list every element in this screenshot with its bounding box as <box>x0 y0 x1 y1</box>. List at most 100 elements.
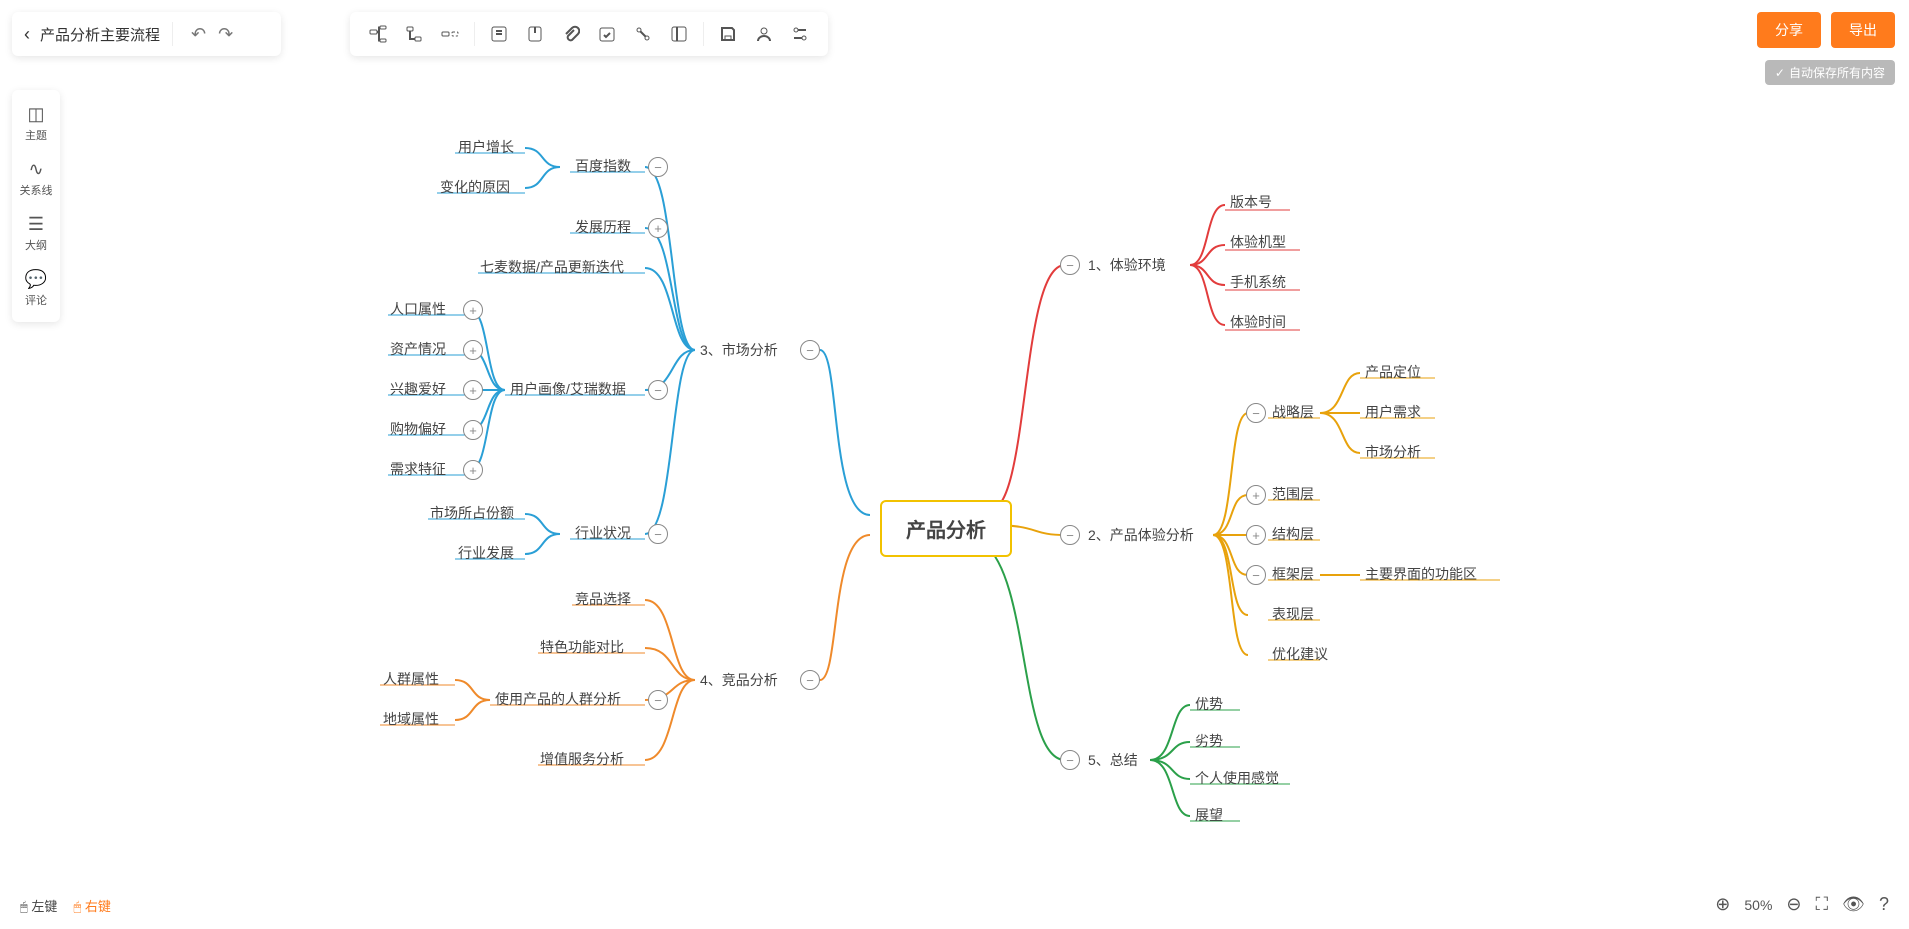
toggle-icon[interactable]: + <box>1246 485 1266 505</box>
bottom-left: 🖱 左键 🖱 右键 <box>20 896 111 915</box>
sidebar-label: 大纲 <box>25 237 47 253</box>
sidebar-theme[interactable]: ◫主题 <box>12 96 60 151</box>
toggle-icon[interactable]: + <box>463 300 483 320</box>
leaf-node[interactable]: 框架层 <box>1272 564 1314 584</box>
leaf-node[interactable]: 百度指数 <box>575 156 631 176</box>
leaf-node[interactable]: 产品定位 <box>1365 362 1421 382</box>
leaf-node[interactable]: 表现层 <box>1272 604 1314 624</box>
leaf-node[interactable]: 主要界面的功能区 <box>1365 564 1477 584</box>
leaf-node[interactable]: 行业状况 <box>575 523 631 543</box>
check-icon: ✓ <box>1775 66 1785 80</box>
redo-icon[interactable]: ↷ <box>212 24 239 45</box>
sidebar-relation[interactable]: ∿关系线 <box>12 151 60 206</box>
user-icon[interactable] <box>750 20 778 48</box>
sidebar-label: 关系线 <box>20 182 53 198</box>
float-topic-icon[interactable] <box>436 20 464 48</box>
leaf-node[interactable]: 行业发展 <box>458 543 514 563</box>
leaf-node[interactable]: 七麦数据/产品更新迭代 <box>480 257 624 277</box>
toggle-icon[interactable]: + <box>463 340 483 360</box>
toggle-icon[interactable]: − <box>648 380 668 400</box>
leaf-node[interactable]: 版本号 <box>1230 192 1272 212</box>
leaf-node[interactable]: 竞品选择 <box>575 589 631 609</box>
autosave-badge: ✓ 自动保存所有内容 <box>1765 60 1895 85</box>
central-node[interactable]: 产品分析 <box>880 500 1012 557</box>
toggle-icon[interactable]: − <box>1246 403 1266 423</box>
undo-icon[interactable]: ↶ <box>185 24 212 45</box>
zoom-level: 50% <box>1744 897 1772 913</box>
attach-icon[interactable] <box>557 20 585 48</box>
layout-icon[interactable] <box>665 20 693 48</box>
connector-lines <box>0 0 1909 929</box>
sidebar-comment[interactable]: 💬评论 <box>12 261 60 316</box>
leaf-node[interactable]: 体验机型 <box>1230 232 1286 252</box>
leaf-node[interactable]: 用户画像/艾瑞数据 <box>510 379 626 399</box>
leaf-node[interactable]: 个人使用感觉 <box>1195 768 1279 788</box>
branch-node[interactable]: 1、体验环境 <box>1088 255 1166 275</box>
topic-icon[interactable] <box>364 20 392 48</box>
export-button[interactable]: 导出 <box>1831 12 1895 48</box>
comment-icon: 💬 <box>25 269 47 290</box>
separator <box>172 22 173 46</box>
leaf-node[interactable]: 发展历程 <box>575 217 631 237</box>
save-icon[interactable] <box>714 20 742 48</box>
leaf-node[interactable]: 战略层 <box>1272 402 1314 422</box>
leaf-node[interactable]: 优化建议 <box>1272 644 1328 664</box>
leaf-node[interactable]: 增值服务分析 <box>540 749 624 769</box>
toggle-icon[interactable]: − <box>648 524 668 544</box>
toggle-icon[interactable]: + <box>463 460 483 480</box>
leaf-node[interactable]: 优势 <box>1195 694 1223 714</box>
leaf-node[interactable]: 使用产品的人群分析 <box>495 689 621 709</box>
outline-icon: ☰ <box>28 214 44 235</box>
sidebar-outline[interactable]: ☰ 大纲 <box>12 206 60 261</box>
toggle-icon[interactable]: + <box>648 218 668 238</box>
toggle-icon[interactable]: + <box>463 380 483 400</box>
help-icon[interactable]: ? <box>1879 894 1889 915</box>
tag-icon[interactable] <box>521 20 549 48</box>
preview-icon[interactable]: 👁 <box>1842 894 1865 915</box>
zoom-in-icon[interactable]: ⊕ <box>1715 894 1730 915</box>
leaf-node[interactable]: 用户需求 <box>1365 402 1421 422</box>
fit-icon[interactable]: ⛶ <box>1816 894 1829 915</box>
leaf-node[interactable]: 兴趣爱好 <box>390 379 446 399</box>
leaf-node[interactable]: 手机系统 <box>1230 272 1286 292</box>
subtopic-icon[interactable] <box>400 20 428 48</box>
toggle-icon[interactable]: − <box>1246 565 1266 585</box>
leaf-node[interactable]: 特色功能对比 <box>540 637 624 657</box>
settings-icon[interactable] <box>786 20 814 48</box>
branch-node[interactable]: 4、竞品分析 <box>700 670 778 690</box>
toggle-icon[interactable]: − <box>1060 525 1080 545</box>
toggle-icon[interactable]: − <box>648 157 668 177</box>
branch-node[interactable]: 5、总结 <box>1088 750 1138 770</box>
toggle-icon[interactable]: − <box>800 340 820 360</box>
zoom-out-icon[interactable]: ⊖ <box>1786 894 1801 915</box>
toggle-icon[interactable]: − <box>800 670 820 690</box>
left-click-hint: 🖱 左键 <box>20 896 57 915</box>
leaf-node[interactable]: 购物偏好 <box>390 419 446 439</box>
toggle-icon[interactable]: − <box>1060 750 1080 770</box>
leaf-node[interactable]: 资产情况 <box>390 339 446 359</box>
task-icon[interactable] <box>593 20 621 48</box>
link-icon[interactable] <box>629 20 657 48</box>
toggle-icon[interactable]: − <box>1060 255 1080 275</box>
leaf-node[interactable]: 展望 <box>1195 805 1223 825</box>
note-icon[interactable] <box>485 20 513 48</box>
branch-node[interactable]: 2、产品体验分析 <box>1088 525 1194 545</box>
toggle-icon[interactable]: + <box>1246 525 1266 545</box>
leaf-node[interactable]: 市场所占份额 <box>430 503 514 523</box>
back-icon[interactable]: ‹ <box>24 24 30 45</box>
leaf-node[interactable]: 变化的原因 <box>440 177 510 197</box>
leaf-node[interactable]: 人口属性 <box>390 299 446 319</box>
leaf-node[interactable]: 结构层 <box>1272 524 1314 544</box>
branch-node[interactable]: 3、市场分析 <box>700 340 778 360</box>
leaf-node[interactable]: 体验时间 <box>1230 312 1286 332</box>
share-button[interactable]: 分享 <box>1757 12 1821 48</box>
leaf-node[interactable]: 市场分析 <box>1365 442 1421 462</box>
toggle-icon[interactable]: − <box>648 690 668 710</box>
leaf-node[interactable]: 地域属性 <box>383 709 439 729</box>
toggle-icon[interactable]: + <box>463 420 483 440</box>
leaf-node[interactable]: 范围层 <box>1272 484 1314 504</box>
leaf-node[interactable]: 需求特征 <box>390 459 446 479</box>
leaf-node[interactable]: 人群属性 <box>383 669 439 689</box>
leaf-node[interactable]: 用户增长 <box>458 137 514 157</box>
leaf-node[interactable]: 劣势 <box>1195 731 1223 751</box>
